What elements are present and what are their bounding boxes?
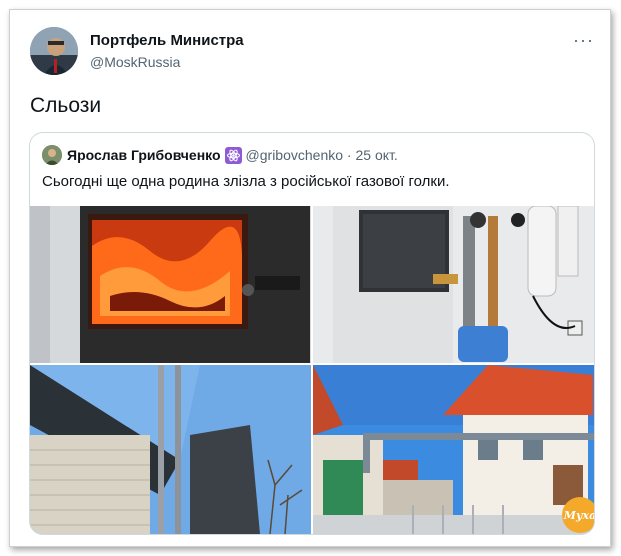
watermark-logo: Муха (562, 497, 595, 533)
watermark-text: Муха (563, 508, 595, 522)
gas-boiler-photo[interactable] (313, 206, 594, 363)
quoted-author-name[interactable]: Ярослав Грибовченко (67, 147, 221, 163)
author-handle[interactable]: @MoskRussia (90, 54, 180, 70)
tweet-card[interactable]: Портфель Министра @MoskRussia ··· Сльози… (9, 9, 611, 547)
separator-dot: · (343, 147, 356, 163)
quoted-tweet-text: Сьогодні ще одна родина злізла з російсь… (42, 173, 450, 190)
quoted-author-handle[interactable]: @gribovchenko (246, 147, 344, 163)
furnace-fire-photo[interactable] (30, 206, 311, 363)
author-name[interactable]: Портфель Министра (90, 32, 244, 49)
author-avatar[interactable] (30, 27, 78, 75)
tweet-text: Сльози (30, 94, 102, 117)
more-options-icon[interactable]: ··· (573, 30, 594, 51)
quoted-author-avatar[interactable] (42, 145, 62, 165)
atom-icon (224, 146, 242, 164)
quoted-tweet-header: Ярослав Грибовченко @gribovchenko · 25 о… (42, 145, 398, 165)
quoted-tweet[interactable]: Ярослав Грибовченко @gribovchenko · 25 о… (29, 132, 595, 535)
media-grid: Муха (30, 206, 594, 534)
house-gas-pipe-photo[interactable] (313, 365, 594, 534)
quoted-tweet-date[interactable]: 25 окт. (355, 147, 397, 163)
chimney-house-photo[interactable] (30, 365, 311, 534)
